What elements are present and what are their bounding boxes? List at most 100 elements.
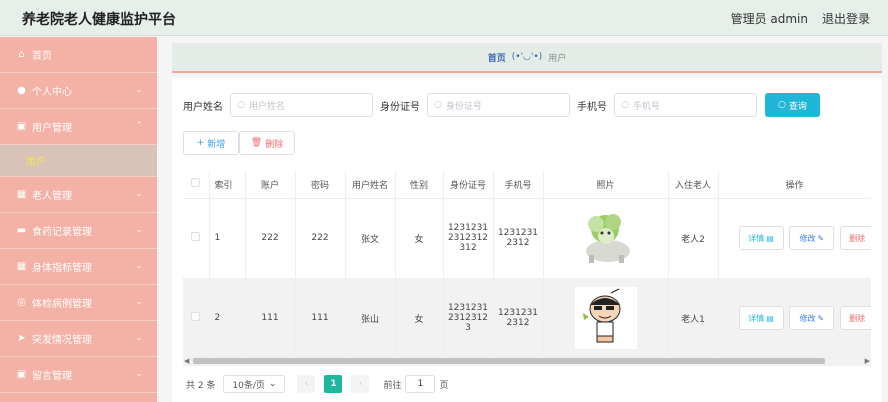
search-form: 用户姓名 ○ 用户姓名 身份证号 ○ 身份证号 手机号 ○ 手机号 ○ 查询 [183,93,820,117]
sidebar-item-elders[interactable]: ▦ 老人管理 ⌄ [0,177,157,213]
scroll-right-icon[interactable]: ▶ [865,357,870,365]
home-icon: ⌂ [18,49,25,60]
app-title: 养老院老人健康监护平台 [22,12,176,28]
gender-cell: 女 [395,278,444,359]
top-bar: 养老院老人健康监护平台 管理员 admin 退出登录 [0,0,888,36]
select-all-checkbox[interactable] [191,178,201,188]
detail-button[interactable]: 详情 ▤ [738,306,784,330]
detail-button[interactable]: 详情 ▤ [738,226,784,250]
goto-label: 前往 [383,380,402,391]
page-number-current[interactable]: 1 [324,375,343,393]
id-line: 1231231 [447,223,489,233]
breadcrumb-home[interactable]: 首页 [488,51,506,64]
delete-label: 删除 [849,233,866,243]
plus-icon: + [196,138,205,148]
phone-cell: 1231231 2312 [493,278,544,359]
action-row: + 新增 🗑 删除 [183,131,295,155]
id-line: 2312312 [447,313,489,323]
sidebar-item-body-metrics[interactable]: ▦ 身体指标管理 ⌄ [0,249,157,285]
scrollbar-thumb[interactable] [193,358,825,364]
phone-placeholder: 手机号 [632,101,660,112]
document-icon: ▤ [766,233,774,243]
phone-input[interactable]: ○ 手机号 [614,93,757,117]
search-icon: ○ [434,100,442,110]
phone-line: 1231231 [497,228,539,238]
username-label: 用户姓名 [183,101,223,113]
add-button[interactable]: + 新增 [183,131,239,155]
chevron-left-icon: ‹ [304,379,309,389]
page-size-select[interactable]: 10条/页 ⌄ [223,375,286,393]
add-label: 新增 [207,139,226,150]
current-user: 管理员 admin [730,12,808,26]
prev-page-button[interactable]: ‹ [297,375,316,393]
edit-button[interactable]: 修改 ✎ [789,306,835,330]
scroll-left-icon[interactable]: ◀ [184,357,189,365]
chevron-down-icon: ⌄ [135,225,143,235]
edit-button[interactable]: 修改 ✎ [789,226,835,250]
sidebar-item-label: 留言管理 [32,371,72,382]
grid-icon: ▦ [16,189,27,200]
delete-button[interactable]: 删除 [840,306,870,330]
id-card-cell: 1231231 2312312 3 [443,278,494,359]
name-cell: 张山 [345,278,396,359]
goto-page-input[interactable]: 1 [405,375,436,393]
row-checkbox[interactable] [191,312,201,321]
sidebar-item-food-medicine[interactable]: ▬ 食药记录管理 ⌄ [0,213,157,249]
id-card-label: 身份证号 [380,101,420,113]
row-select-cell [183,278,210,359]
sidebar-item-label: 老人管理 [32,191,72,202]
username-placeholder: 用户姓名 [248,101,285,112]
row-checkbox[interactable] [191,232,201,241]
search-icon: ○ [778,100,786,110]
horizontal-scrollbar[interactable]: ◀ ▶ [183,356,871,366]
globe-icon: ◎ [17,297,26,308]
sidebar-item-label: 身体指标管理 [32,263,92,274]
topbar-right: 管理员 admin 退出登录 [731,10,870,27]
name-cell: 张文 [345,198,396,279]
column-header: 密码 [295,171,346,199]
sidebar-item-emergency[interactable]: ➤ 突发情况管理 ⌄ [0,321,157,357]
chevron-down-icon: ⌄ [135,85,143,95]
id-line: 1231231 [447,303,489,313]
id-card-input[interactable]: ○ 身份证号 [427,93,570,117]
breadcrumb: 首页 (•'◡'•) 用户 [172,43,882,73]
user-table: 索引 账户 密码 用户姓名 性别 身份证号 手机号 照片 入住老人 操作 1 2… [183,171,871,367]
username-input[interactable]: ○ 用户姓名 [230,93,373,117]
chevron-down-icon: ⌄ [135,369,143,379]
sidebar-item-label: 突发情况管理 [32,335,92,346]
batch-delete-button[interactable]: 🗑 删除 [239,131,295,155]
chevron-down-icon: ⌄ [135,189,143,199]
sidebar-item-messages[interactable]: ▣ 留言管理 ⌄ [0,357,157,393]
pencil-icon: ✎ [817,233,825,243]
password-cell: 222 [295,198,346,279]
breadcrumb-current: 用户 [548,53,567,64]
query-button[interactable]: ○ 查询 [765,93,820,117]
search-icon: ○ [237,100,245,110]
sidebar-item-profile[interactable]: ● 个人中心 ⌄ [0,73,157,109]
sidebar-item-home[interactable]: ⌂ 首页 [0,37,157,73]
sidebar-item-label: 用户管理 [32,123,72,134]
delete-button[interactable]: 删除 [840,226,870,250]
logout-link[interactable]: 退出登录 [822,10,870,27]
sidebar-item-label: 个人中心 [32,87,72,98]
column-header: 用户姓名 [345,171,396,199]
id-line: 3 [465,323,471,333]
sidebar: ⌂ 首页 ● 个人中心 ⌄ ▣ 用户管理 ⌃ 用户 ▦ 老人管理 ⌄ ▬ 食药记… [0,37,157,402]
search-icon: ○ [621,100,629,110]
sidebar-subitem-user[interactable]: 用户 [0,145,157,177]
password-cell: 111 [295,278,346,359]
delete-label: 删除 [265,139,284,150]
chevron-down-icon: ⌄ [135,297,143,307]
delete-label: 删除 [849,313,866,323]
breadcrumb-separator: (•'◡'•) [511,52,543,62]
elder-cell: 老人2 [668,198,719,279]
sidebar-item-checkup[interactable]: ◎ 体检病例管理 ⌄ [0,285,157,321]
chevron-down-icon: ⌄ [135,261,143,271]
sidebar-item-users[interactable]: ▣ 用户管理 ⌃ [0,109,157,145]
phone-line: 1231231 [497,308,539,318]
next-page-button[interactable]: › [351,375,370,393]
column-header: 账户 [245,171,296,199]
chevron-up-icon: ⌃ [135,121,143,131]
column-header: 性别 [395,171,444,199]
trash-icon: 🗑 [250,138,263,148]
